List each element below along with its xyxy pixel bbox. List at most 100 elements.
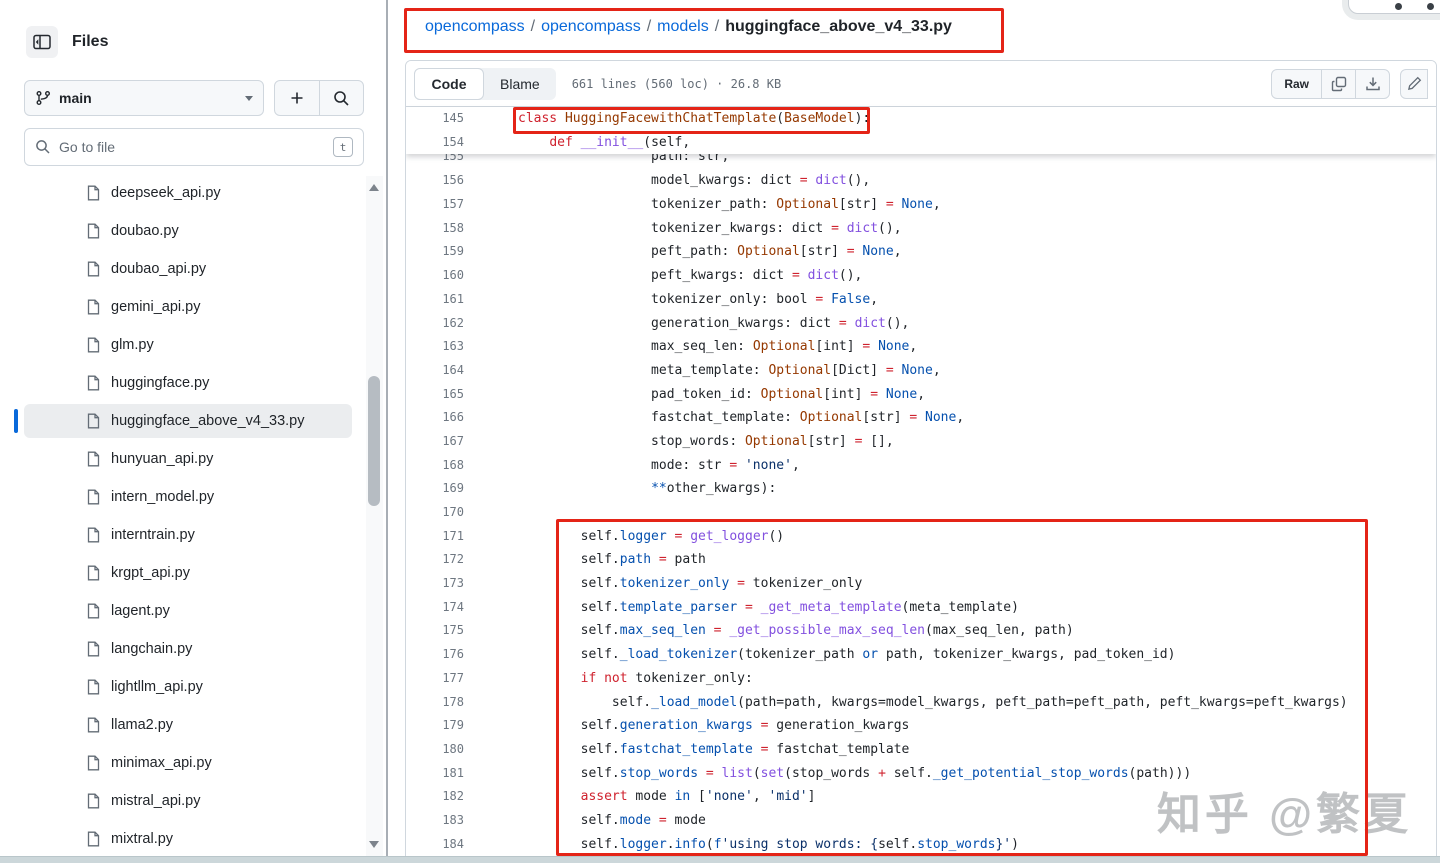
line-number[interactable]: 184 [406,833,472,857]
line-number[interactable]: 158 [406,217,472,241]
line-number[interactable]: 175 [406,619,472,643]
breadcrumb-dir-link[interactable]: models [657,18,709,36]
line-number[interactable]: 166 [406,406,472,430]
file-tree-item[interactable]: lagent.py [0,592,362,630]
line-number[interactable]: 173 [406,572,472,596]
line-number[interactable]: 174 [406,596,472,620]
line-number[interactable]: 176 [406,643,472,667]
line-number[interactable]: 167 [406,430,472,454]
line-number[interactable]: 170 [406,501,472,525]
file-tree-item[interactable]: krgpt_api.py [0,554,362,592]
line-number[interactable]: 182 [406,785,472,809]
code-lines: 155 path: str,156 model_kwargs: dict = d… [406,154,1436,856]
git-branch-icon [35,90,51,106]
line-number[interactable]: 155 [406,154,472,160]
code-text: meta_template: Optional[Dict] = None, [472,359,941,383]
line-number[interactable]: 163 [406,335,472,359]
file-tree-item[interactable]: glm.py [0,326,362,364]
file-tree-item[interactable]: mixtral.py [0,820,362,856]
file-tree-item[interactable]: doubao.py [0,212,362,250]
code-line: 173 self.tokenizer_only = tokenizer_only [406,572,1436,596]
line-number[interactable]: 157 [406,193,472,217]
line-number[interactable]: 164 [406,359,472,383]
code-text: def __init__(self, [472,131,690,155]
line-number[interactable]: 177 [406,667,472,691]
download-raw-button[interactable] [1355,70,1389,98]
file-name: langchain.py [111,641,192,657]
copy-icon [1331,76,1347,92]
edit-file-button[interactable] [1401,76,1427,91]
line-number[interactable]: 180 [406,738,472,762]
breadcrumb: opencompass / opencompass / models / hug… [425,18,952,36]
copy-file-button[interactable] [1321,70,1355,98]
code-line: 158 tokenizer_kwargs: dict = dict(), [406,217,1436,241]
line-number[interactable]: 181 [406,762,472,786]
line-number[interactable]: 161 [406,288,472,312]
sidebar-scrollbar[interactable] [366,176,383,856]
line-number[interactable]: 172 [406,548,472,572]
sticky-context-lines: 145class HuggingFacewithChatTemplate(Bas… [406,107,1436,154]
collapse-sidebar-button[interactable] [26,26,58,58]
file-name: minimax_api.py [111,755,212,771]
file-tree-item[interactable]: doubao_api.py [0,250,362,288]
code-text [472,501,518,525]
raw-button[interactable]: Raw [1272,70,1321,98]
line-number[interactable]: 183 [406,809,472,833]
file-tree-item[interactable]: gemini_api.py [0,288,362,326]
line-number[interactable]: 179 [406,714,472,738]
file-tree-item[interactable]: lightllm_api.py [0,668,362,706]
file-tree-item[interactable]: huggingface.py [0,364,362,402]
go-to-file-input[interactable]: Go to file t [24,128,364,166]
file-tree-item[interactable]: minimax_api.py [0,744,362,782]
code-blame-tabs: Code Blame [414,68,556,100]
file-tree-item[interactable]: hunyuan_api.py [0,440,362,478]
scroll-down-icon[interactable] [369,841,379,848]
file-tree-item[interactable]: langchain.py [0,630,362,668]
sidebar-scrollbar-thumb[interactable] [368,376,380,506]
line-number[interactable]: 165 [406,383,472,407]
branch-row: main [24,80,364,116]
code-panel: Code Blame 661 lines (560 loc) · 26.8 KB… [405,60,1437,863]
code-text: path: str, [472,154,729,160]
browser-dot [1427,3,1434,10]
line-number[interactable]: 171 [406,525,472,549]
sidebar-resize-handle[interactable] [386,0,388,856]
line-number[interactable]: 169 [406,477,472,501]
breadcrumb-repo-link[interactable]: opencompass [425,18,525,36]
code-text: if not tokenizer_only: [472,667,753,691]
new-file-button[interactable] [275,81,319,115]
file-name: mistral_api.py [111,793,200,809]
line-number[interactable]: 168 [406,454,472,478]
file-tree-item[interactable]: interntrain.py [0,516,362,554]
code-line: 168 mode: str = 'none', [406,454,1436,478]
code-text: generation_kwargs: dict = dict(), [472,312,909,336]
file-tree-item[interactable]: llama2.py [0,706,362,744]
line-number[interactable]: 160 [406,264,472,288]
line-number[interactable]: 178 [406,691,472,715]
file-icon [86,489,101,505]
line-number[interactable]: 162 [406,312,472,336]
line-number[interactable]: 145 [406,107,472,131]
scroll-up-icon[interactable] [369,184,379,191]
line-number[interactable]: 154 [406,131,472,155]
file-tree-item[interactable]: mistral_api.py [0,782,362,820]
file-tree-item[interactable]: intern_model.py [0,478,362,516]
code-line: 163 max_seq_len: Optional[int] = None, [406,335,1436,359]
branch-selector[interactable]: main [24,80,264,116]
code-text: self.mode = mode [472,809,706,833]
code-line: 157 tokenizer_path: Optional[str] = None… [406,193,1436,217]
tab-blame[interactable]: Blame [484,68,556,100]
breadcrumb-dir-link[interactable]: opencompass [541,18,641,36]
file-tree-item[interactable]: deepseek_api.py [0,174,362,212]
file-icon [86,223,101,239]
code-line: 178 self._load_model(path=path, kwargs=m… [406,691,1436,715]
line-number[interactable]: 159 [406,240,472,264]
code-text: self.generation_kwargs = generation_kwar… [472,714,909,738]
tab-code[interactable]: Code [414,68,484,100]
file-name: doubao_api.py [111,261,206,277]
code-line: 159 peft_path: Optional[str] = None, [406,240,1436,264]
line-number[interactable]: 156 [406,169,472,193]
search-tree-button[interactable] [319,81,363,115]
file-icon [86,565,101,581]
file-tree-item[interactable]: huggingface_above_v4_33.py [0,402,362,440]
